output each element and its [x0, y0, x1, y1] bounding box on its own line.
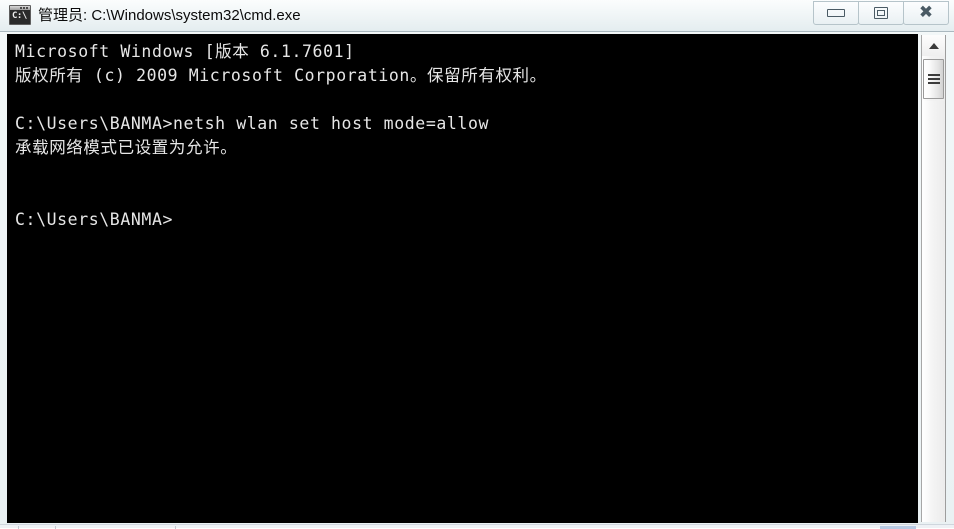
cmd-icon-titlestrip — [10, 6, 30, 10]
console-output: Microsoft Windows [版本 6.1.7601] 版权所有 (c) … — [15, 40, 547, 232]
scrollbar-track[interactable] — [923, 101, 944, 522]
scrollbar-grip-icon — [927, 74, 940, 84]
chevron-up-icon — [928, 42, 939, 49]
console-scrollbar[interactable] — [921, 35, 946, 522]
cmd-window: C:\ 管理员: C:\Windows\system32\cmd.exe ✖ M… — [0, 0, 954, 524]
window-title: 管理员: C:\Windows\system32\cmd.exe — [38, 7, 301, 24]
close-icon: ✖ — [918, 2, 934, 23]
maximize-button[interactable] — [858, 1, 904, 25]
console-line: C:\Users\BANMA>netsh wlan set host mode=… — [15, 114, 490, 133]
title-bar[interactable]: C:\ 管理员: C:\Windows\system32\cmd.exe ✖ — [0, 0, 954, 32]
minimize-button[interactable] — [813, 1, 859, 25]
desktop-bottom-edge — [0, 524, 954, 529]
console-screen[interactable]: Microsoft Windows [版本 6.1.7601] 版权所有 (c) … — [7, 34, 918, 523]
console-line: C:\Users\BANMA> — [15, 210, 174, 229]
console-line: Microsoft Windows [版本 6.1.7601] — [15, 42, 355, 61]
caption-buttons: ✖ — [813, 1, 949, 27]
console-line: 版权所有 (c) 2009 Microsoft Corporation。保留所有… — [15, 66, 547, 85]
close-button[interactable]: ✖ — [903, 1, 949, 25]
console-line: 承载网络模式已设置为允许。 — [15, 138, 238, 157]
scrollbar-thumb[interactable] — [923, 59, 944, 99]
maximize-icon — [874, 7, 888, 19]
console-body: Microsoft Windows [版本 6.1.7601] 版权所有 (c) … — [0, 33, 954, 524]
cmd-icon-label: C:\ — [12, 11, 27, 21]
cmd-exe-icon[interactable]: C:\ — [9, 5, 31, 25]
scroll-up-button[interactable] — [922, 35, 945, 56]
minimize-icon — [827, 9, 845, 17]
